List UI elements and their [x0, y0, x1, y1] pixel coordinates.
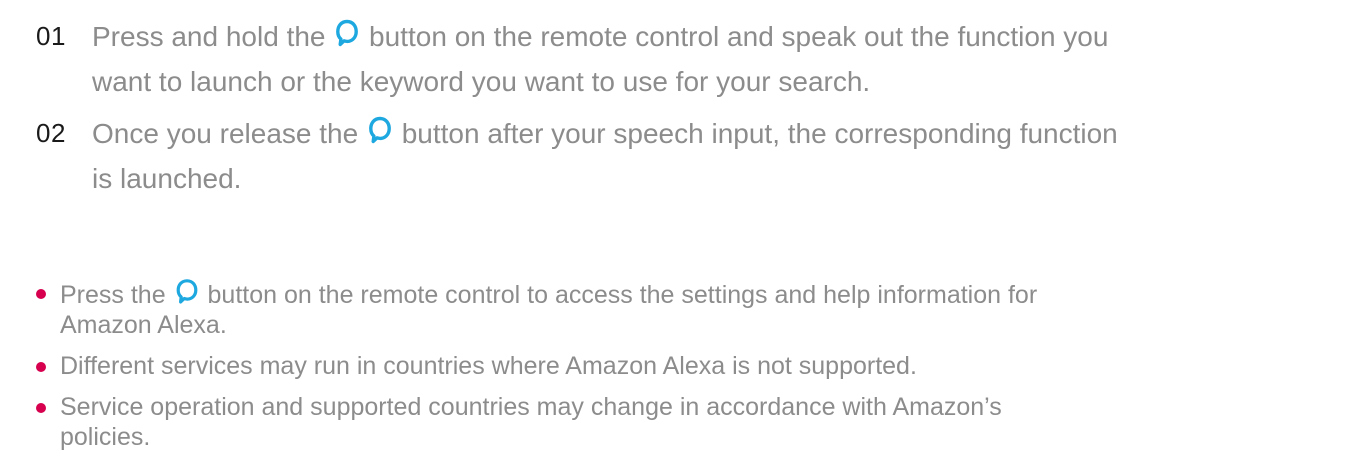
- note-text-line2: policies.: [60, 423, 151, 451]
- note-text: Different services may run in countries …: [60, 352, 917, 380]
- alexa-ring-icon: [175, 278, 199, 306]
- step-text: Once you release the button after your s…: [92, 115, 1118, 194]
- bullet-dot-icon: [36, 289, 46, 299]
- step-text-after: button on the remote control and speak o…: [361, 21, 1109, 52]
- alexa-ring-icon: [335, 18, 359, 50]
- step-item: 02 Once you release the button after you…: [36, 111, 1326, 201]
- note-text: Service operation and supported countrie…: [60, 393, 1002, 421]
- note-item: Different services may run in countries …: [36, 351, 1326, 381]
- note-text-before: Press the: [60, 281, 173, 309]
- notes-list: Press the button on the remote control t…: [36, 278, 1326, 463]
- step-text-before: Press and hold the: [92, 21, 334, 52]
- note-text-after: button on the remote control to access t…: [200, 281, 1038, 309]
- alexa-ring-icon: [368, 115, 392, 147]
- note-item: Service operation and supported countrie…: [36, 392, 1326, 452]
- instruction-page: 01 Press and hold the button on the remo…: [0, 0, 1345, 469]
- step-number: 02: [36, 118, 66, 148]
- step-text-line2: want to launch or the keyword you want t…: [92, 66, 871, 97]
- step-text-before: Once you release the: [92, 118, 366, 149]
- step-text-after: button after your speech input, the corr…: [393, 118, 1118, 149]
- bullet-dot-icon: [36, 362, 46, 372]
- step-text-line2: is launched.: [92, 163, 242, 194]
- step-text: Press and hold the button on the remote …: [92, 18, 1109, 97]
- bullet-dot-icon: [36, 403, 46, 413]
- steps-list: 01 Press and hold the button on the remo…: [36, 14, 1326, 208]
- note-text-line2: Amazon Alexa.: [60, 311, 227, 339]
- step-number: 01: [36, 21, 66, 51]
- note-item: Press the button on the remote control t…: [36, 278, 1326, 340]
- step-item: 01 Press and hold the button on the remo…: [36, 14, 1326, 104]
